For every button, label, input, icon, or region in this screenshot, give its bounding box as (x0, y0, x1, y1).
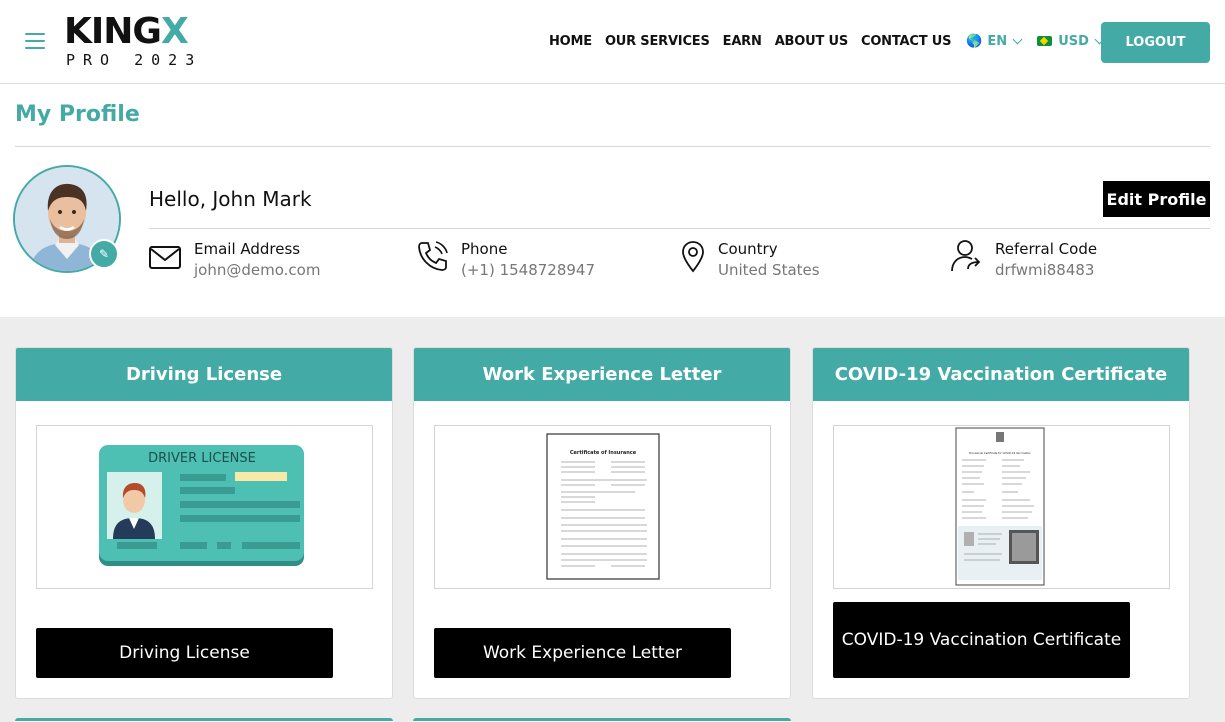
globe-icon: 🌎 (966, 33, 983, 49)
driving-license-thumbnail[interactable]: DRIVER LICENSE (36, 425, 373, 589)
page-title: My Profile (15, 102, 140, 127)
work-experience-letter-thumbnail[interactable]: Certificate of Insurance (434, 425, 771, 589)
country-info: Country United States (673, 239, 903, 285)
nav-our-services[interactable]: OUR SERVICES (605, 34, 710, 49)
logout-button[interactable]: LOGOUT (1101, 22, 1210, 63)
currency-selector[interactable]: USD (1037, 34, 1105, 49)
edit-avatar-pencil-icon[interactable]: ✎ (89, 239, 119, 269)
work-experience-letter-button[interactable]: Work Experience Letter (434, 628, 731, 678)
card-title: Work Experience Letter (414, 348, 790, 401)
flag-icon (1037, 36, 1053, 46)
main-nav: HOME OUR SERVICES EARN ABOUT US CONTACT … (549, 32, 1117, 50)
card-title: Driving License (16, 348, 392, 401)
document-card-peek (15, 718, 393, 722)
email-info: Email Address john@demo.com (149, 239, 379, 285)
profile-section: My Profile ✎ Hello, John Mark Edit Profi… (0, 84, 1225, 317)
document-card-driving-license: Driving License DRIVER LICENSE Driving L… (15, 347, 393, 699)
referral-user-icon (951, 240, 981, 272)
nav-home[interactable]: HOME (549, 34, 592, 49)
covid-certificate-thumbnail[interactable]: Provisional Certificate for COVID-19 Vac… (833, 425, 1170, 589)
divider (149, 228, 1210, 229)
kingx-logo[interactable]: KINGX PRO 2023 (64, 12, 214, 72)
hamburger-menu-icon[interactable] (25, 33, 45, 49)
divider (15, 146, 1210, 147)
greeting: Hello, John Mark (149, 187, 312, 211)
chevron-down-icon (1012, 34, 1023, 44)
nav-about-us[interactable]: ABOUT US (775, 34, 848, 49)
svg-text:Certificate of Insurance: Certificate of Insurance (570, 450, 637, 456)
referral-info: Referral Code drfwmi88483 (950, 239, 1180, 285)
svg-text:Provisional Certificate for CO: Provisional Certificate for COVID-19 Vac… (969, 451, 1031, 455)
top-header: KINGX PRO 2023 HOME OUR SERVICES EARN AB… (0, 0, 1225, 84)
phone-icon (418, 241, 448, 271)
nav-earn[interactable]: EARN (723, 34, 762, 49)
mail-icon (149, 246, 181, 269)
location-pin-icon (682, 241, 704, 273)
phone-info: Phone (+1) 1548728947 (416, 239, 646, 285)
card-title: COVID-19 Vaccination Certificate (813, 348, 1189, 401)
edit-profile-button[interactable]: Edit Profile (1103, 181, 1210, 217)
nav-contact-us[interactable]: CONTACT US (861, 34, 951, 49)
document-card-covid-certificate: COVID-19 Vaccination Certificate Provisi… (812, 347, 1190, 699)
document-card-work-experience-letter: Work Experience Letter Certificate of In… (413, 347, 791, 699)
driving-license-button[interactable]: Driving License (36, 628, 333, 678)
covid-certificate-button[interactable]: COVID-19 Vaccination Certificate (833, 602, 1130, 678)
svg-text:DRIVER LICENSE: DRIVER LICENSE (148, 451, 256, 466)
language-selector[interactable]: 🌎 EN (966, 33, 1023, 49)
document-card-peek (413, 718, 791, 722)
